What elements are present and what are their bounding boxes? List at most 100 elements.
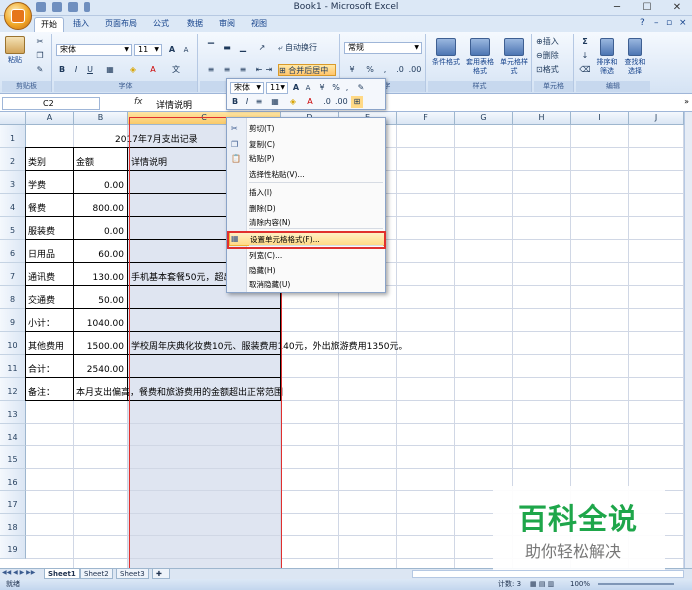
row-header[interactable]: 11: [0, 355, 26, 378]
align-bottom-icon[interactable]: ▁: [236, 42, 250, 54]
fill-icon[interactable]: ↓: [578, 50, 592, 62]
select-all-corner[interactable]: [0, 112, 26, 125]
mini-format-painter-icon[interactable]: ✎: [355, 82, 367, 94]
mini-decrease-decimal-icon[interactable]: .00: [335, 96, 348, 108]
row-header[interactable]: 3: [0, 171, 26, 194]
context-menu-item[interactable]: 取消隐藏(U): [249, 278, 383, 292]
context-menu-item[interactable]: 列宽(C)...: [249, 249, 383, 263]
comma-button[interactable]: ,: [380, 64, 390, 76]
font-color-icon[interactable]: A: [146, 64, 160, 76]
zoom-slider[interactable]: [598, 583, 674, 585]
amount-cell[interactable]: 800.00: [74, 204, 125, 215]
mini-shrink-font-button[interactable]: A: [303, 82, 313, 94]
category-cell[interactable]: 餐费: [28, 204, 46, 215]
tab-view[interactable]: 视图: [244, 17, 274, 32]
column-header[interactable]: F: [397, 112, 455, 125]
category-cell[interactable]: 小计：: [28, 319, 55, 330]
row-header[interactable]: 18: [0, 513, 26, 536]
align-left-icon[interactable]: ≡: [204, 64, 218, 76]
tab-formulas[interactable]: 公式: [146, 17, 176, 32]
row-header[interactable]: 14: [0, 423, 26, 446]
ribbon-restore-icon[interactable]: ▫: [666, 18, 672, 28]
sort-filter-button[interactable]: 排序和筛选: [594, 38, 620, 76]
shrink-font-button[interactable]: A: [180, 44, 192, 56]
grow-font-button[interactable]: A: [166, 44, 178, 56]
row-header[interactable]: 15: [0, 446, 26, 469]
amount-cell[interactable]: 1500.00: [74, 342, 124, 353]
amount-cell[interactable]: 2540.00: [74, 365, 124, 376]
decrease-indent-icon[interactable]: ⇤: [254, 64, 264, 76]
header-cell-amount[interactable]: 金额: [76, 158, 94, 169]
row-header[interactable]: 9: [0, 309, 26, 332]
formula-input[interactable]: 详情说明: [156, 98, 192, 111]
mini-currency-icon[interactable]: ¥: [315, 82, 329, 94]
mini-comma-button[interactable]: ,: [343, 82, 351, 94]
ribbon-close-icon[interactable]: ×: [679, 18, 687, 28]
amount-cell[interactable]: 0.00: [74, 227, 124, 238]
column-header[interactable]: G: [455, 112, 513, 125]
mini-italic-button[interactable]: I: [242, 96, 252, 108]
help-icon[interactable]: ?: [640, 18, 645, 28]
row-header[interactable]: 4: [0, 194, 26, 217]
align-right-icon[interactable]: ≡: [236, 64, 250, 76]
horizontal-scrollbar[interactable]: [412, 570, 684, 578]
paste-button[interactable]: 粘贴: [5, 36, 25, 65]
row-header[interactable]: 1: [0, 125, 26, 148]
column-header[interactable]: A: [26, 112, 74, 125]
fill-color-icon[interactable]: ◈: [124, 64, 142, 76]
format-cells-ribbon-button[interactable]: ⊡格式: [536, 64, 572, 76]
header-cell-category[interactable]: 类别: [28, 158, 46, 169]
font-size-select[interactable]: 11 ▼: [134, 44, 162, 56]
conditional-format-button[interactable]: 条件格式: [430, 38, 462, 67]
sheet-nav-icons[interactable]: ◀◀ ◀ ▶ ▶▶: [2, 569, 35, 576]
font-name-select[interactable]: 宋体 ▼: [56, 44, 132, 56]
align-center-icon[interactable]: ≡: [220, 64, 234, 76]
bold-button[interactable]: B: [56, 64, 68, 76]
mini-font-color-icon[interactable]: A: [304, 96, 316, 108]
insert-sheet-icon[interactable]: ✚: [152, 569, 170, 579]
mini-fill-color-icon[interactable]: ◈: [286, 96, 300, 108]
mini-font-select[interactable]: 宋体 ▼: [230, 82, 264, 94]
orientation-icon[interactable]: ↗: [254, 42, 270, 54]
tab-data[interactable]: 数据: [180, 17, 210, 32]
mini-increase-decimal-icon[interactable]: .0: [321, 96, 333, 108]
sheet-tab-3[interactable]: Sheet3: [116, 569, 149, 579]
sheet-tab-2[interactable]: Sheet2: [80, 569, 113, 579]
amount-cell[interactable]: 130.00: [74, 273, 125, 284]
underline-button[interactable]: U: [84, 64, 96, 76]
merge-center-button[interactable]: ⊞ 合并后居中: [278, 64, 336, 76]
category-cell[interactable]: 日用品: [28, 250, 55, 261]
align-middle-icon[interactable]: ▬: [220, 42, 234, 54]
row-header[interactable]: 12: [0, 378, 26, 401]
wrap-text-button[interactable]: ⤶ 自动换行: [278, 42, 336, 54]
autosum-icon[interactable]: Σ: [578, 36, 592, 48]
vertical-scrollbar[interactable]: [684, 112, 692, 568]
cut-icon[interactable]: ✂: [34, 36, 46, 48]
increase-indent-icon[interactable]: ⇥: [264, 64, 274, 76]
increase-decimal-icon[interactable]: .0: [394, 64, 406, 76]
row-header[interactable]: 7: [0, 263, 26, 286]
column-header[interactable]: B: [74, 112, 128, 125]
row-header[interactable]: 17: [0, 491, 26, 514]
context-menu-item[interactable]: 粘贴(P): [249, 152, 383, 166]
category-cell[interactable]: 交通费: [28, 296, 55, 307]
view-buttons-icon[interactable]: ▦ ▤ ▥: [530, 579, 554, 590]
tab-review[interactable]: 审阅: [212, 17, 242, 32]
row-header[interactable]: 6: [0, 240, 26, 263]
column-header[interactable]: H: [513, 112, 571, 125]
office-button[interactable]: [4, 2, 32, 30]
category-cell[interactable]: 备注：: [28, 388, 55, 399]
amount-cell[interactable]: 50.00: [74, 296, 124, 307]
number-format-select[interactable]: 常规 ▼: [344, 42, 422, 54]
category-cell[interactable]: 通讯费: [28, 273, 55, 284]
mini-size-select[interactable]: 11 ▼: [266, 82, 288, 94]
column-header[interactable]: I: [571, 112, 629, 125]
amount-cell[interactable]: 60.00: [74, 250, 124, 261]
mini-merge-icon[interactable]: ⊞: [351, 96, 363, 108]
border-icon[interactable]: ▦: [102, 64, 118, 76]
context-menu-item[interactable]: 选择性粘贴(V)...: [249, 168, 383, 182]
row-header[interactable]: 8: [0, 286, 26, 309]
maximize-button[interactable]: ☐: [632, 0, 662, 16]
clear-icon[interactable]: ⌫: [578, 64, 592, 76]
currency-icon[interactable]: ¥: [344, 64, 360, 76]
